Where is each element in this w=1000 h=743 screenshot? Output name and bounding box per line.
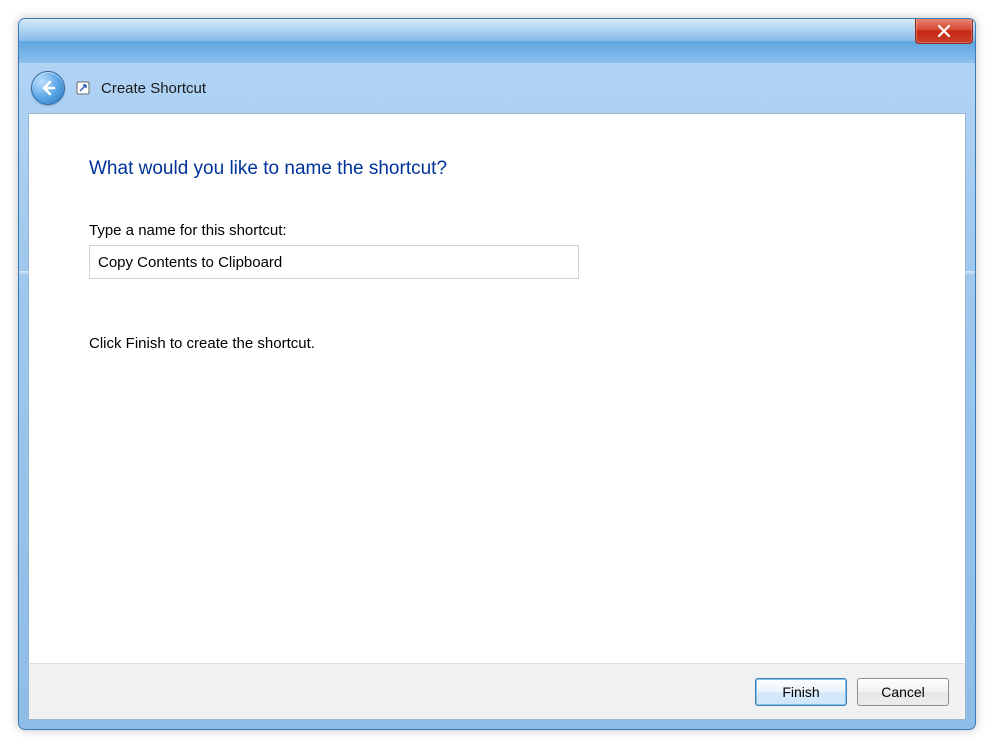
wizard-heading: What would you like to name the shortcut… (89, 158, 905, 180)
close-button[interactable] (915, 18, 973, 44)
shortcut-icon (75, 80, 91, 96)
back-arrow-icon (39, 79, 57, 97)
finish-button[interactable]: Finish (755, 678, 847, 706)
header-row: Create Shortcut (19, 63, 975, 113)
footer: Finish Cancel (28, 663, 966, 720)
wizard-instruction: Click Finish to create the shortcut. (89, 335, 905, 352)
wizard-window: Create Shortcut What would you like to n… (18, 18, 976, 730)
titlebar (19, 19, 975, 63)
window-title: Create Shortcut (101, 80, 206, 97)
close-icon (937, 25, 951, 37)
back-button[interactable] (31, 71, 65, 105)
shortcut-name-input[interactable] (89, 245, 579, 279)
content-area: What would you like to name the shortcut… (28, 113, 966, 663)
cancel-button[interactable]: Cancel (857, 678, 949, 706)
shortcut-name-label: Type a name for this shortcut: (89, 222, 905, 239)
